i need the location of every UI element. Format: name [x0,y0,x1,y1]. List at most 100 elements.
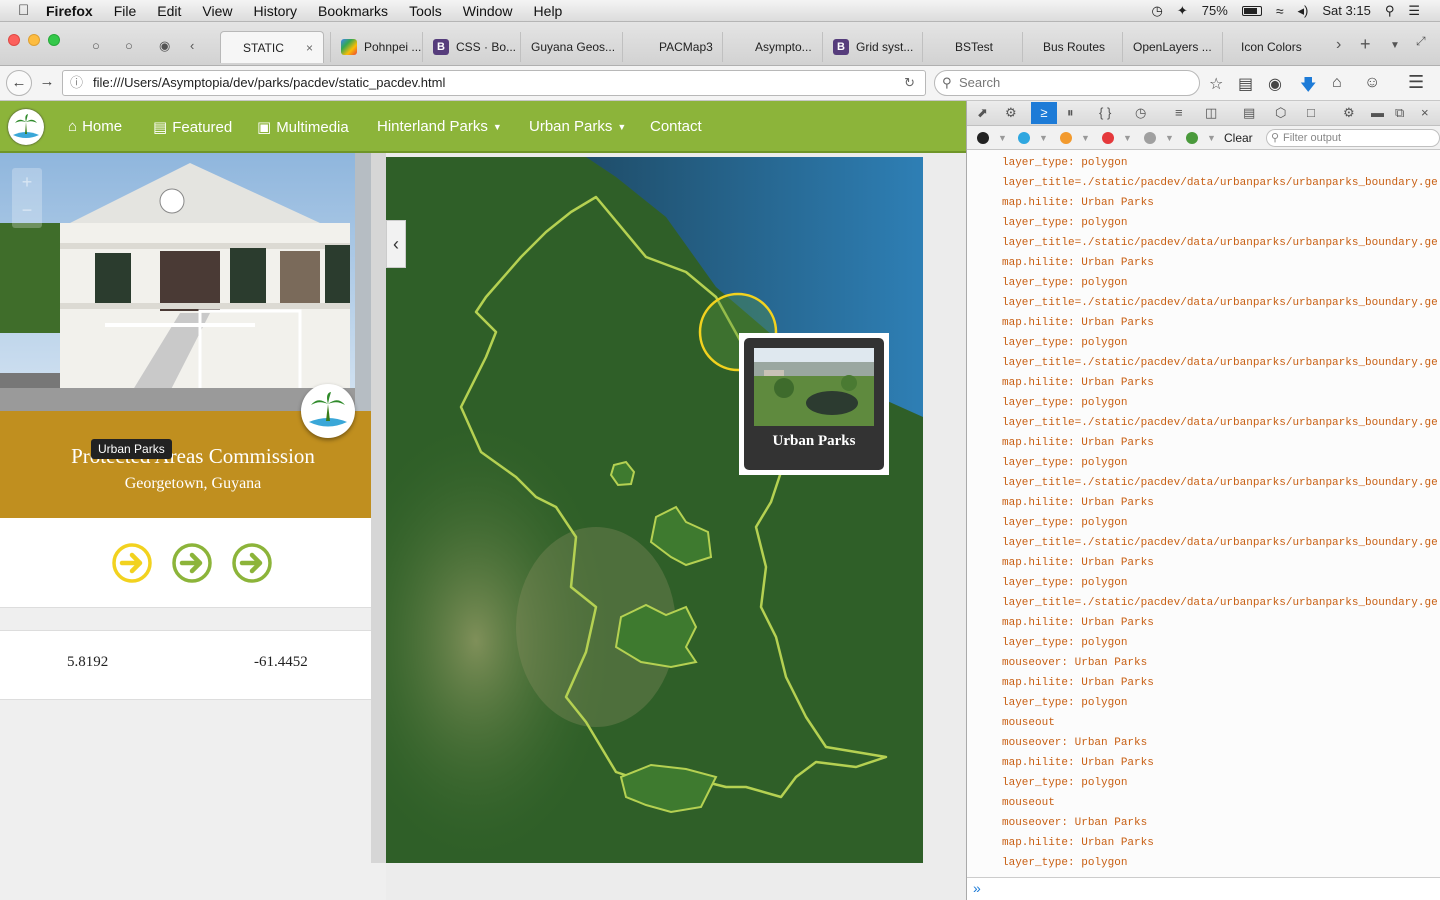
zoom-in-button[interactable]: + [12,168,42,196]
chevron-down-icon[interactable]: ▼ [1081,133,1090,143]
tabs-scroll-right-icon[interactable]: › [1336,36,1341,54]
url-field[interactable]: ⓘ file:///Users/Asymptopia/dev/parks/pac… [62,70,926,96]
forward-arrow-icon[interactable]: → [34,70,60,96]
search-input[interactable]: ⚲ Search [934,70,1200,96]
sidebar-scrollbar[interactable] [371,153,386,863]
menu-edit[interactable]: Edit [157,3,181,19]
filter-output-input[interactable]: ⚲ Filter output [1266,129,1440,147]
chevron-down-icon[interactable]: ▼ [1123,133,1132,143]
pocket-icon[interactable]: ◉ [1268,74,1282,94]
urban-parks-arrow-icon[interactable] [112,543,152,583]
downloads-arrow-icon[interactable]: 🡇 [1300,74,1316,101]
settings-gear-icon[interactable]: ⚙ [1343,105,1355,121]
tabs-scroll-left-icon[interactable]: ‹ [190,38,194,53]
pinned-tab-globe-icon-2[interactable]: ○ [125,38,133,53]
bookmark-star-icon[interactable]: ☆ [1209,74,1223,94]
hamburger-menu-icon[interactable]: ☰ [1408,72,1424,93]
filter-server-dot-icon[interactable] [1186,132,1198,144]
pinned-tab-github-icon[interactable]: ◉ [159,38,170,54]
fullscreen-icon[interactable]: ⤢ [1416,34,1426,49]
3d-view-icon[interactable]: ⬡ [1275,105,1286,121]
collapse-sidebar-chevron-left-icon[interactable]: ‹ [386,220,406,268]
chevron-down-icon[interactable]: ▼ [1207,133,1216,143]
map-view[interactable] [386,157,923,863]
nav-featured[interactable]: ▤ Featured [153,118,232,137]
window-minimize-button[interactable] [28,34,40,46]
nav-contact[interactable]: Contact [650,118,702,135]
reading-list-icon[interactable]: ▤ [1238,74,1253,94]
back-arrow-icon[interactable]: ← [6,70,32,96]
tab-bstest[interactable]: BSTest [922,32,1022,62]
reload-icon[interactable]: ↻ [904,71,915,95]
layer-arrow-icon-2[interactable] [172,543,212,583]
console-input[interactable]: » [967,877,1440,900]
home-icon[interactable]: ⌂ [1332,74,1342,92]
tab-asymptopia[interactable]: Asympto... [722,32,822,62]
layer-arrow-icon-3[interactable] [232,543,272,583]
inspector-gear-icon[interactable]: ⚙ [1005,105,1017,121]
style-editor-braces-icon[interactable]: { } [1099,105,1111,120]
menu-bookmarks[interactable]: Bookmarks [318,3,388,19]
clear-console-button[interactable]: Clear [1224,131,1253,145]
new-tab-plus-icon[interactable]: + [1360,34,1371,55]
filter-js-dot-icon[interactable] [1060,132,1072,144]
zoom-out-button[interactable]: − [12,196,42,224]
time-machine-icon[interactable]: ◷ [1152,3,1163,19]
tab-bus-routes[interactable]: Bus Routes [1022,32,1122,62]
urban-parks-popup[interactable]: Urban Parks [739,333,889,475]
performance-icon[interactable]: ◷ [1135,105,1146,121]
network-icon[interactable]: ≡ [1175,105,1183,120]
menu-view[interactable]: View [202,3,232,19]
window-close-button[interactable] [8,34,20,46]
notification-center-icon[interactable]: ☰ [1408,3,1420,19]
site-logo[interactable] [8,109,44,145]
filter-security-dot-icon[interactable] [1102,132,1114,144]
volume-icon[interactable]: ◂) [1298,3,1309,19]
menu-file[interactable]: File [114,3,137,19]
menu-tools[interactable]: Tools [409,3,442,19]
menu-help[interactable]: Help [534,3,563,19]
devtools-close-icon[interactable]: × [1421,105,1429,120]
battery-icon[interactable] [1241,5,1262,16]
nav-multimedia[interactable]: ▣ Multimedia [257,118,349,137]
frames-icon[interactable]: □ [1307,105,1315,120]
tab-pacmap3[interactable]: PACMap3 [622,32,722,62]
tab-icon-colors[interactable]: Icon Colors [1222,32,1326,62]
chevron-down-icon[interactable]: ▼ [998,133,1007,143]
chevron-down-icon[interactable]: ▼ [1165,133,1174,143]
hello-chat-icon[interactable]: ☺ [1364,74,1380,92]
tab-static[interactable]: STATIC × [220,31,324,63]
pick-element-icon[interactable]: ⬈ [977,105,988,121]
filter-net-dot-icon[interactable] [977,132,989,144]
tab-pohnpei[interactable]: Pohnpei ... [330,32,422,62]
clock[interactable]: Sat 3:15 [1322,3,1370,18]
scratchpad-icon[interactable]: ▤ [1243,105,1255,121]
nav-home[interactable]: ⌂ Home [68,118,122,135]
debugger-pause-icon[interactable]: ⏸ [1067,105,1074,121]
tab-list-chevron-down-icon[interactable]: ▼ [1390,40,1400,51]
filter-logging-dot-icon[interactable] [1144,132,1156,144]
chevron-down-icon[interactable]: ▼ [1039,133,1048,143]
tab-openlayers[interactable]: OpenLayers ... [1122,32,1222,62]
nav-hinterland-parks[interactable]: Hinterland Parks ▼ [377,118,502,135]
nav-urban-parks[interactable]: Urban Parks ▼ [529,118,626,135]
bluetooth-icon[interactable]: ✦ [1177,3,1188,19]
console-tab-icon[interactable]: ≥ [1031,102,1057,124]
filter-css-dot-icon[interactable] [1018,132,1030,144]
pinned-tab-globe-icon[interactable]: ○ [92,38,100,53]
tab-grid-system[interactable]: B Grid syst... [822,32,922,62]
tab-css-bootstrap[interactable]: B CSS · Bo... [422,32,520,62]
separate-window-icon[interactable]: ⧉ [1395,105,1404,121]
menu-window[interactable]: Window [463,3,513,19]
info-icon[interactable]: ⓘ [70,71,83,95]
menu-history[interactable]: History [253,3,297,19]
tab-guyana-geos[interactable]: Guyana Geos... [520,32,622,62]
window-zoom-button[interactable] [48,34,60,46]
spotlight-search-icon[interactable]: ⚲ [1385,3,1395,19]
apple-logo-icon[interactable]:  [18,2,34,19]
dock-side-icon[interactable]: ▬ [1371,105,1384,120]
menu-app-firefox[interactable]: Firefox [46,3,93,19]
tab-close-icon[interactable]: × [306,41,313,55]
responsive-view-icon[interactable]: ◫ [1205,105,1217,121]
wifi-icon[interactable]: ≈ [1276,3,1284,19]
